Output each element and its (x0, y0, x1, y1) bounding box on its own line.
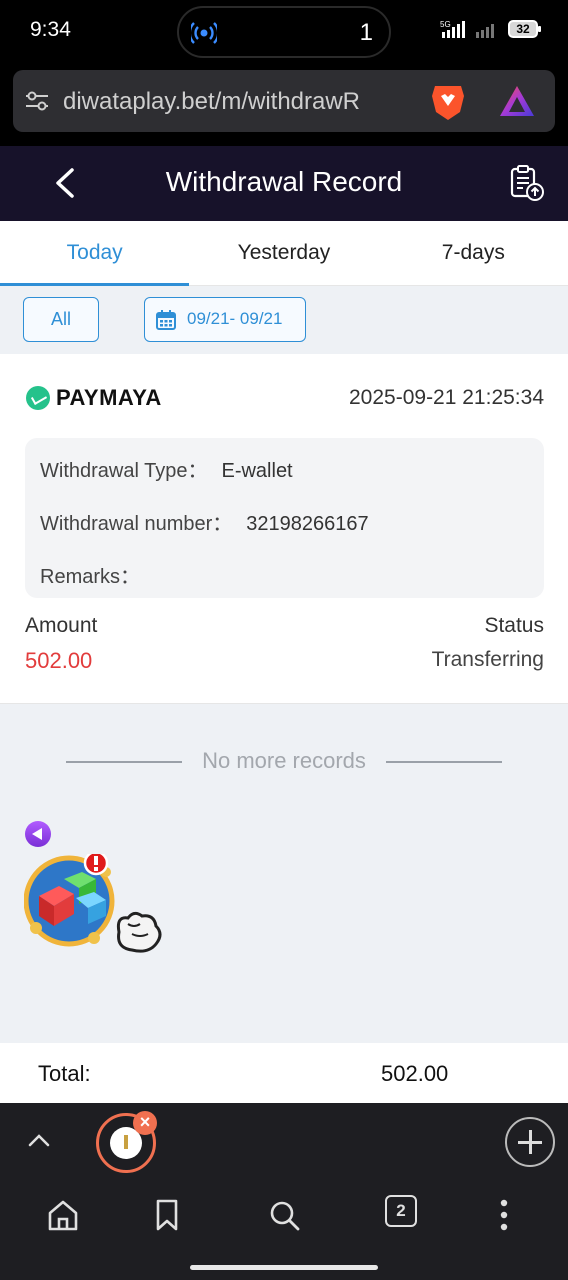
browser-toolbar: diwataplay.bet/m/withdrawR (0, 64, 568, 146)
collapse-arrow-icon[interactable] (25, 821, 51, 847)
signal-icon (476, 24, 494, 38)
remarks-row: Remarks： (40, 560, 154, 589)
all-filter-button[interactable]: All (23, 297, 99, 342)
bookmark-icon[interactable] (147, 1195, 187, 1235)
tab-today[interactable]: Today (0, 221, 190, 286)
paymaya-logo: PAYMAYA (26, 385, 162, 411)
clipboard-upload-icon[interactable] (508, 164, 546, 202)
divider-right (386, 761, 502, 763)
status-value: Transferring (431, 648, 544, 671)
gesture-bar (190, 1265, 378, 1270)
withdrawal-number-label: Withdrawal number： (40, 513, 233, 535)
total-bar: Total: 502.00 (0, 1043, 568, 1103)
app-header: Withdrawal Record (0, 146, 568, 221)
battery-icon: 32 (508, 20, 541, 38)
address-bar[interactable]: diwataplay.bet/m/withdrawR (13, 70, 555, 132)
record-datetime: 2025-09-21 21:25:34 (349, 386, 544, 409)
tab-yesterday[interactable]: Yesterday (189, 221, 378, 285)
withdrawal-number-value: 32198266167 (246, 513, 369, 535)
withdrawal-type-value: E-wallet (221, 460, 293, 482)
calendar-icon (156, 310, 176, 330)
record-details: Withdrawal Type： E-wallet Withdrawal numb… (25, 438, 544, 598)
network-label: 5G (440, 20, 451, 29)
tab-7-days[interactable]: 7-days (379, 221, 568, 285)
status-icons: 5G 32 (440, 20, 541, 38)
close-tab-icon[interactable]: × (133, 1111, 157, 1135)
more-menu-icon[interactable] (484, 1195, 524, 1235)
status-bar: 9:34 1 5G 32 (0, 0, 568, 64)
island-count: 1 (359, 19, 373, 46)
page-title: Withdrawal Record (165, 166, 403, 197)
promo-cube-icon[interactable] (24, 854, 164, 964)
tabs-count-button[interactable]: 2 (385, 1195, 417, 1227)
home-icon[interactable] (43, 1195, 83, 1235)
brave-shield-icon[interactable] (429, 82, 467, 122)
withdrawal-record-card[interactable]: PAYMAYA 2025-09-21 21:25:34 Withdrawal T… (0, 354, 568, 704)
provider-name: PAYMAYA (56, 385, 162, 410)
search-icon[interactable] (264, 1195, 304, 1235)
broadcast-icon (191, 22, 217, 44)
amount-label: Amount (25, 614, 98, 637)
url-text[interactable]: diwataplay.bet/m/withdrawR (63, 88, 423, 116)
status-time: 9:34 (30, 18, 71, 41)
total-label: Total: (38, 1061, 91, 1086)
list-end-area: No more records (0, 704, 568, 1043)
browser-bottom-bar: × 2 (0, 1103, 568, 1280)
browser-nav: 2 (0, 1195, 568, 1245)
total-value: 502.00 (381, 1061, 449, 1086)
site-settings-icon[interactable] (23, 87, 51, 115)
date-tabs: Today Yesterday 7-days (0, 221, 568, 286)
status-label: Status (484, 614, 544, 637)
chevron-up-icon[interactable] (26, 1127, 52, 1153)
withdrawal-number-row: Withdrawal number： 32198266167 (40, 507, 369, 536)
remarks-label: Remarks： (40, 566, 141, 588)
withdrawal-type-row: Withdrawal Type： E-wallet (40, 454, 293, 483)
signal-5g-icon: 5G (440, 20, 465, 38)
withdrawal-type-label: Withdrawal Type： (40, 460, 208, 482)
dynamic-island[interactable]: 1 (177, 6, 391, 58)
amount-value: 502.00 (25, 648, 93, 673)
brave-rewards-icon[interactable] (497, 83, 537, 119)
paymaya-icon (26, 386, 50, 410)
date-range-button[interactable]: 09/21- 09/21 (144, 297, 306, 342)
date-range-text: 09/21- 09/21 (187, 309, 283, 328)
new-tab-button[interactable] (505, 1117, 555, 1167)
filter-bar: All 09/21- 09/21 (0, 286, 568, 354)
